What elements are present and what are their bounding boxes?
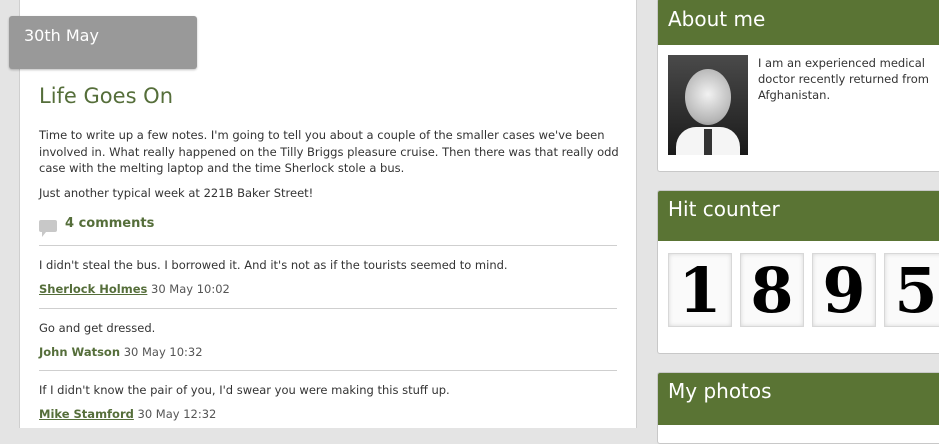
- comment-text: I didn't steal the bus. I borrowed it. A…: [39, 258, 508, 272]
- about-me-body: I am an experienced medical doctor recen…: [658, 45, 939, 155]
- about-me-widget: About me I am an experienced medical doc…: [657, 0, 939, 172]
- post-paragraph: Time to write up a few notes. I'm going …: [39, 128, 619, 175]
- comments-link[interactable]: 4 comments: [39, 214, 154, 237]
- comment-author-link[interactable]: Sherlock Holmes: [39, 282, 147, 296]
- avatar: [668, 55, 748, 155]
- counter-digit: 1: [668, 253, 732, 327]
- comment-author-link[interactable]: Mike Stamford: [39, 407, 134, 421]
- hit-counter-title: Hit counter: [658, 191, 939, 241]
- post-body: Time to write up a few notes. I'm going …: [39, 127, 624, 209]
- comment-timestamp: 30 May 10:02: [151, 282, 230, 296]
- comment-text: If I didn't know the pair of you, I'd sw…: [39, 383, 450, 397]
- about-me-title: About me: [658, 0, 939, 45]
- comment-bubble-icon: [39, 220, 57, 237]
- comment: If I didn't know the pair of you, I'd sw…: [39, 370, 617, 421]
- hit-counter-widget: Hit counter 1 8 9 5: [657, 190, 939, 354]
- counter-digit: 9: [812, 253, 876, 327]
- my-photos-widget: My photos: [657, 372, 939, 444]
- post-title[interactable]: Life Goes On: [39, 84, 173, 108]
- comment-author: John Watson: [39, 345, 121, 359]
- comment-timestamp: 30 May 12:32: [137, 407, 217, 421]
- comment-meta: John Watson 30 May 10:32: [39, 345, 617, 359]
- post-date: 30th May: [24, 26, 99, 45]
- comments-count[interactable]: 4 comments: [65, 216, 154, 231]
- comment-meta: Sherlock Holmes 30 May 10:02: [39, 282, 617, 296]
- my-photos-title: My photos: [658, 373, 939, 425]
- comment: Go and get dressed. John Watson 30 May 1…: [39, 308, 617, 359]
- counter-digit: 8: [740, 253, 804, 327]
- post-date-tab: 30th May: [9, 16, 197, 69]
- post-paragraph: Just another typical week at 221B Baker …: [39, 185, 314, 200]
- avatar-tie: [704, 129, 712, 155]
- about-me-text: I am an experienced medical doctor recen…: [758, 56, 929, 102]
- hit-counter: 1 8 9 5: [658, 241, 939, 327]
- avatar-face: [685, 69, 731, 125]
- comment: I didn't steal the bus. I borrowed it. A…: [39, 245, 617, 296]
- comment-timestamp: 30 May 10:32: [123, 345, 203, 359]
- comment-meta: Mike Stamford 30 May 12:32: [39, 407, 617, 421]
- counter-digit: 5: [884, 253, 939, 327]
- comment-text: Go and get dressed.: [39, 321, 156, 335]
